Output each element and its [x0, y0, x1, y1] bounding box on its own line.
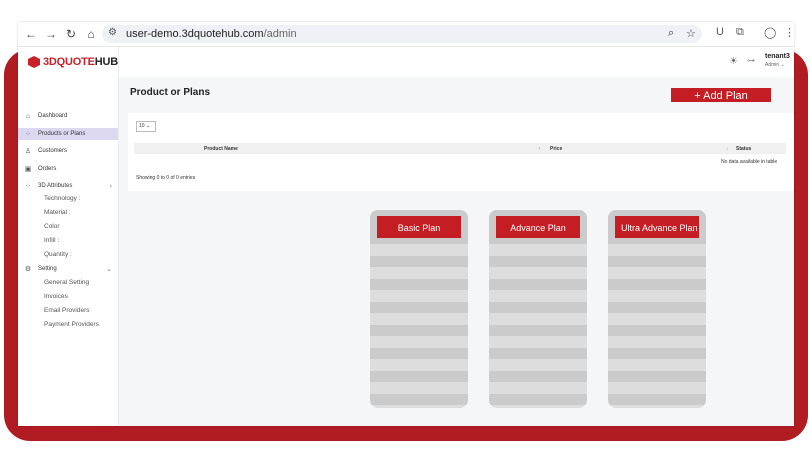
brand-logo[interactable]: 3DQUOTEHUB [28, 54, 118, 70]
ultra-advance-plan-button[interactable]: Ultra Advance Plan [615, 216, 699, 238]
forward-icon[interactable]: → [44, 26, 58, 42]
site-settings-icon[interactable]: ⚙ [108, 27, 117, 38]
grid-icon: ⁘ [25, 131, 31, 138]
page-title: Product or Plans [130, 87, 211, 98]
key-icon[interactable]: ⊶ [747, 56, 755, 65]
user-name[interactable]: tenant3 [765, 53, 790, 60]
sidebar-subitem-technology[interactable]: Technology : [44, 195, 81, 202]
chevron-right-icon: › [109, 182, 112, 190]
column-price[interactable]: Price [550, 146, 562, 152]
address-bar[interactable]: ⚙ user-demo.3dquotehub.com/admin ⌕ ☆ [102, 25, 702, 43]
sidebar-item-label: Orders [38, 166, 57, 172]
user-icon: ♙ [24, 148, 32, 155]
extensions-puzzle-icon[interactable]: ⧉ [736, 26, 744, 39]
sidebar-item-products[interactable]: ⁘ Products or Plans [18, 128, 118, 140]
admin-app: 3DQUOTEHUB ⌂ Dashboard ⁘ Products or Plans… [18, 47, 794, 426]
home-icon: ⌂ [25, 112, 31, 120]
back-icon[interactable]: ← [24, 26, 38, 42]
page-size-select[interactable]: 10 ⌄ [136, 121, 156, 132]
sort-icon[interactable]: ↕ [726, 146, 729, 152]
table-header: Product Name ↑ Price ↕ Status [134, 143, 786, 154]
basic-plan-button[interactable]: Basic Plan [377, 216, 461, 238]
bookmark-star-icon[interactable]: ☆ [686, 27, 696, 40]
column-status[interactable]: Status [736, 146, 751, 152]
home-icon[interactable]: ⌂ [84, 26, 98, 42]
empty-table-message: No data available in table [721, 159, 778, 165]
grid-icon: ⁘ [25, 183, 31, 190]
logo-hub: HUB [94, 56, 119, 68]
url-path: /admin [263, 28, 297, 40]
sidebar-item-label: Dashboard [38, 113, 68, 119]
advance-plan-button[interactable]: Advance Plan [496, 216, 580, 238]
sort-up-icon[interactable]: ↑ [538, 146, 541, 152]
plan-card-ultra-advance[interactable]: Ultra Advance Plan [608, 210, 706, 408]
pagination-info: Showing 0 to 0 of 0 entries [136, 175, 196, 181]
sidebar-item-dashboard[interactable]: ⌂ Dashboard [18, 110, 118, 122]
sidebar-item-label: Setting [38, 266, 57, 272]
chevron-down-icon: ⌄ [106, 266, 112, 273]
sidebar-item-label: 3D Attributes [38, 183, 73, 189]
sidebar-subitem-material[interactable]: Material : [44, 209, 71, 216]
url-text: user-demo.3dquotehub.com/admin [126, 27, 297, 41]
add-plan-button[interactable]: + Add Plan [671, 88, 771, 102]
sidebar-item-customers[interactable]: ♙ Customers [18, 145, 118, 157]
logo-quote: QUOTE [56, 56, 95, 68]
sidebar-subitem-email-providers[interactable]: Email Providers [44, 307, 90, 314]
sidebar-item-3d-attributes[interactable]: ⁘ 3D Attributes › [18, 180, 118, 192]
sidebar-subitem-quantity[interactable]: Quantity : [44, 251, 72, 258]
sidebar: 3DQUOTEHUB ⌂ Dashboard ⁘ Products or Plans… [18, 47, 119, 426]
sidebar-item-label: Products or Plans [38, 131, 86, 137]
extension-u-icon[interactable]: U [716, 26, 724, 38]
menu-kebab-icon[interactable]: ⋮ [784, 26, 794, 39]
sidebar-subitem-general-setting[interactable]: General Setting [44, 279, 89, 286]
theme-sun-icon[interactable]: ☀ [729, 56, 738, 67]
zoom-icon[interactable]: ⌕ [668, 27, 674, 40]
top-header: ☀ ⊶ tenant3 Admin ⌄ [119, 47, 794, 77]
reload-icon[interactable]: ↻ [64, 26, 78, 42]
plan-card-advance[interactable]: Advance Plan [489, 210, 587, 408]
browser-toolbar: ← → ↻ ⌂ ⚙ user-demo.3dquotehub.com/admin… [18, 22, 794, 47]
logo-hexagon-icon [28, 56, 40, 68]
logo-prefix: 3D [43, 56, 57, 68]
sidebar-item-label: Customers [38, 148, 68, 154]
sidebar-subitem-payment-providers[interactable]: Payment Providers [44, 321, 99, 328]
url-host: user-demo.3dquotehub.com [126, 28, 264, 40]
products-table-card: 10 ⌄ Product Name ↑ Price ↕ Status No da… [128, 113, 794, 191]
profile-icon[interactable]: ◯ [764, 26, 776, 39]
sidebar-subitem-color[interactable]: Color [44, 223, 60, 230]
sidebar-subitem-invoices[interactable]: Invoices [44, 293, 68, 300]
browser-window: ← → ↻ ⌂ ⚙ user-demo.3dquotehub.com/admin… [18, 22, 794, 426]
plan-card-basic[interactable]: Basic Plan [370, 210, 468, 408]
sidebar-subitem-infill[interactable]: Infill : [44, 237, 59, 244]
box-icon: ▣ [24, 166, 32, 173]
sidebar-item-setting[interactable]: ⚙ Setting ⌄ [18, 263, 118, 275]
column-product-name[interactable]: Product Name [204, 146, 238, 152]
user-role[interactable]: Admin ⌄ [765, 62, 785, 68]
sidebar-item-orders[interactable]: ▣ Orders [18, 163, 118, 175]
gear-icon: ⚙ [24, 266, 32, 273]
